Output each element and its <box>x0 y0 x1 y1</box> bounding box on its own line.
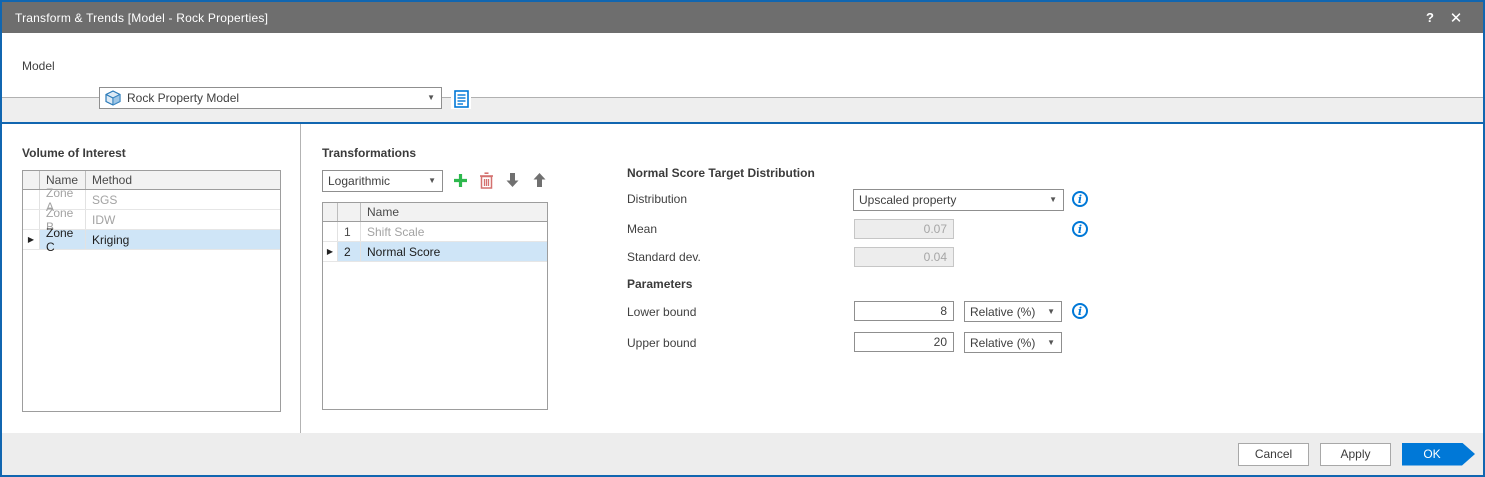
model-label: Model <box>22 59 55 73</box>
lower-bound-unit-value: Relative (%) <box>970 305 1035 319</box>
upper-bound-unit-dropdown[interactable]: Relative (%) ▼ <box>964 332 1062 353</box>
upper-bound-label: Upper bound <box>627 336 696 350</box>
help-button[interactable]: ? <box>1417 5 1443 31</box>
table-row-selected[interactable]: ▶ 2 Normal Score <box>323 242 547 262</box>
standard-dev-label: Standard dev. <box>627 250 701 264</box>
ok-button[interactable]: OK <box>1402 443 1475 466</box>
chevron-down-icon: ▼ <box>422 177 436 185</box>
zone-method-cell: IDW <box>86 210 280 229</box>
model-dropdown-value: Rock Property Model <box>127 91 239 105</box>
close-button[interactable]: ✕ <box>1443 5 1469 31</box>
transformations-heading: Transformations <box>322 146 416 160</box>
add-transformation-button[interactable] <box>450 170 470 190</box>
dialog-title: Transform & Trends [Model - Rock Propert… <box>15 11 1417 25</box>
transformation-index-cell: 2 <box>338 242 361 261</box>
info-icon[interactable]: i <box>1072 191 1088 207</box>
document-icon <box>454 90 469 108</box>
model-notes-button[interactable] <box>451 88 471 109</box>
volume-of-interest-heading: Volume of Interest <box>22 146 126 160</box>
delete-transformation-button[interactable] <box>476 170 496 190</box>
main-content: Volume of Interest Name Method Zone A SG… <box>2 124 1483 433</box>
table-row-selected[interactable]: ▶ Zone C Kriging <box>23 230 280 250</box>
plus-icon <box>452 172 469 189</box>
index-column-header <box>338 203 361 221</box>
info-icon[interactable]: i <box>1072 221 1088 237</box>
chevron-down-icon: ▼ <box>421 94 435 102</box>
transformation-index-cell: 1 <box>338 222 361 241</box>
normal-score-heading: Normal Score Target Distribution <box>627 166 815 180</box>
move-down-button[interactable] <box>502 170 522 190</box>
lower-bound-field[interactable] <box>854 301 954 321</box>
mean-label: Mean <box>627 222 657 236</box>
selector-header-cell <box>23 171 40 189</box>
arrow-up-icon <box>532 172 547 188</box>
footer-bar: Cancel Apply OK <box>2 433 1483 475</box>
zone-method-cell: SGS <box>86 190 280 209</box>
upper-bound-field[interactable] <box>854 332 954 352</box>
lower-bound-unit-dropdown[interactable]: Relative (%) ▼ <box>964 301 1062 322</box>
chevron-down-icon: ▼ <box>1041 339 1055 347</box>
parameters-heading: Parameters <box>627 277 692 291</box>
info-icon[interactable]: i <box>1072 303 1088 319</box>
table-row[interactable]: 1 Shift Scale <box>323 222 547 242</box>
transform-trends-dialog: Transform & Trends [Model - Rock Propert… <box>0 0 1485 477</box>
zone-method-cell: Kriging <box>86 230 280 249</box>
model-dropdown[interactable]: Rock Property Model ▼ <box>99 87 442 109</box>
method-column-header: Method <box>86 171 280 189</box>
transformation-type-dropdown[interactable]: Logarithmic ▼ <box>322 170 443 192</box>
apply-button[interactable]: Apply <box>1320 443 1391 466</box>
title-bar: Transform & Trends [Model - Rock Propert… <box>2 2 1483 33</box>
row-selector-icon: ▶ <box>323 242 338 261</box>
distribution-label: Distribution <box>627 192 687 206</box>
move-up-button[interactable] <box>529 170 549 190</box>
volume-of-interest-table[interactable]: Name Method Zone A SGS Zone B IDW ▶ Zone… <box>22 170 281 412</box>
row-selector-icon: ▶ <box>23 230 40 249</box>
table-header-row: Name <box>323 203 547 222</box>
name-column-header: Name <box>361 203 547 221</box>
chevron-down-icon: ▼ <box>1041 308 1055 316</box>
lower-bound-label: Lower bound <box>627 305 696 319</box>
row-selector-cell <box>323 222 338 241</box>
arrow-down-icon <box>505 172 520 188</box>
trash-icon <box>479 172 494 189</box>
row-selector-cell <box>23 210 40 229</box>
transformations-table[interactable]: Name 1 Shift Scale ▶ 2 Normal Score <box>322 202 548 410</box>
selector-header-cell <box>323 203 338 221</box>
transformation-name-cell: Shift Scale <box>361 222 547 241</box>
model-section: Model Rock Property Model ▼ <box>2 33 1483 97</box>
transformation-type-value: Logarithmic <box>328 174 390 188</box>
chevron-down-icon: ▼ <box>1043 196 1057 204</box>
distribution-dropdown[interactable]: Upscaled property ▼ <box>853 189 1064 211</box>
panel-divider <box>300 124 301 433</box>
standard-dev-field <box>854 247 954 267</box>
cancel-button[interactable]: Cancel <box>1238 443 1309 466</box>
distribution-dropdown-value: Upscaled property <box>859 193 956 207</box>
row-selector-cell <box>23 190 40 209</box>
zone-name-cell: Zone C <box>40 230 86 249</box>
transformation-name-cell: Normal Score <box>361 242 547 261</box>
mean-field <box>854 219 954 239</box>
upper-bound-unit-value: Relative (%) <box>970 336 1035 350</box>
model-cube-icon <box>105 90 121 106</box>
